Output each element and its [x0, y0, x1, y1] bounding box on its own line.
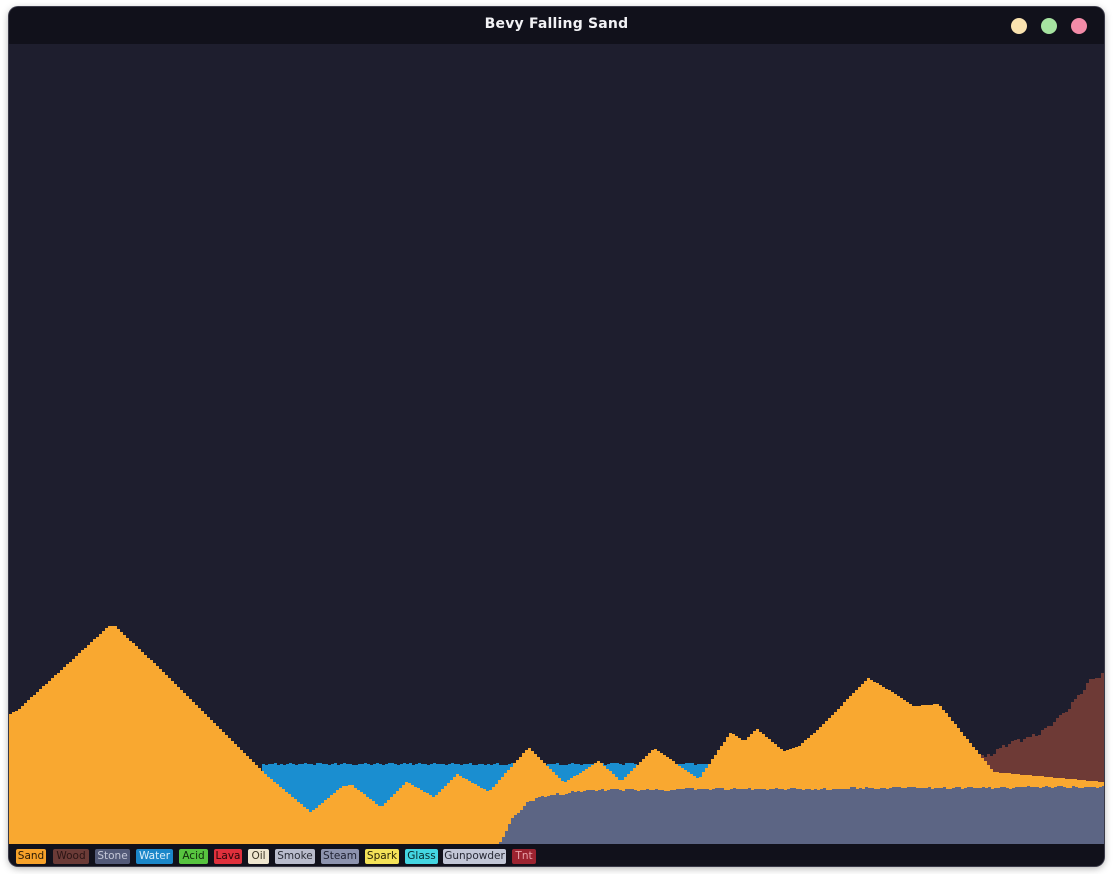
window-title: Bevy Falling Sand	[484, 16, 629, 32]
app-window: Bevy Falling Sand Sand Wood Stone Water …	[9, 7, 1104, 866]
palette-item-tnt[interactable]: Tnt	[512, 849, 536, 864]
minimize-button[interactable]	[1011, 18, 1027, 34]
close-button[interactable]	[1071, 18, 1087, 34]
palette-item-lava[interactable]: Lava	[214, 849, 242, 864]
palette-item-spark[interactable]: Spark	[365, 849, 399, 864]
simulation-canvas[interactable]	[9, 44, 1104, 844]
stone-floor	[499, 786, 1104, 844]
palette-item-wood[interactable]: Wood	[53, 849, 89, 864]
palette-item-sand[interactable]: Sand	[16, 849, 46, 864]
maximize-button[interactable]	[1041, 18, 1057, 34]
palette-item-stone[interactable]: Stone	[95, 849, 130, 864]
palette-item-steam[interactable]: Steam	[321, 849, 359, 864]
particle-scene	[9, 44, 1104, 844]
palette-item-glass[interactable]: Glass	[405, 849, 438, 864]
palette-item-smoke[interactable]: Smoke	[275, 849, 315, 864]
palette-item-gunpowder[interactable]: Gunpowder	[443, 849, 506, 864]
palette-item-water[interactable]: Water	[136, 849, 173, 864]
palette-item-oil[interactable]: Oil	[248, 849, 269, 864]
element-palette: Sand Wood Stone Water Acid Lava Oil Smok…	[9, 844, 1104, 866]
title-bar[interactable]: Bevy Falling Sand	[9, 7, 1104, 44]
palette-item-acid[interactable]: Acid	[179, 849, 208, 864]
